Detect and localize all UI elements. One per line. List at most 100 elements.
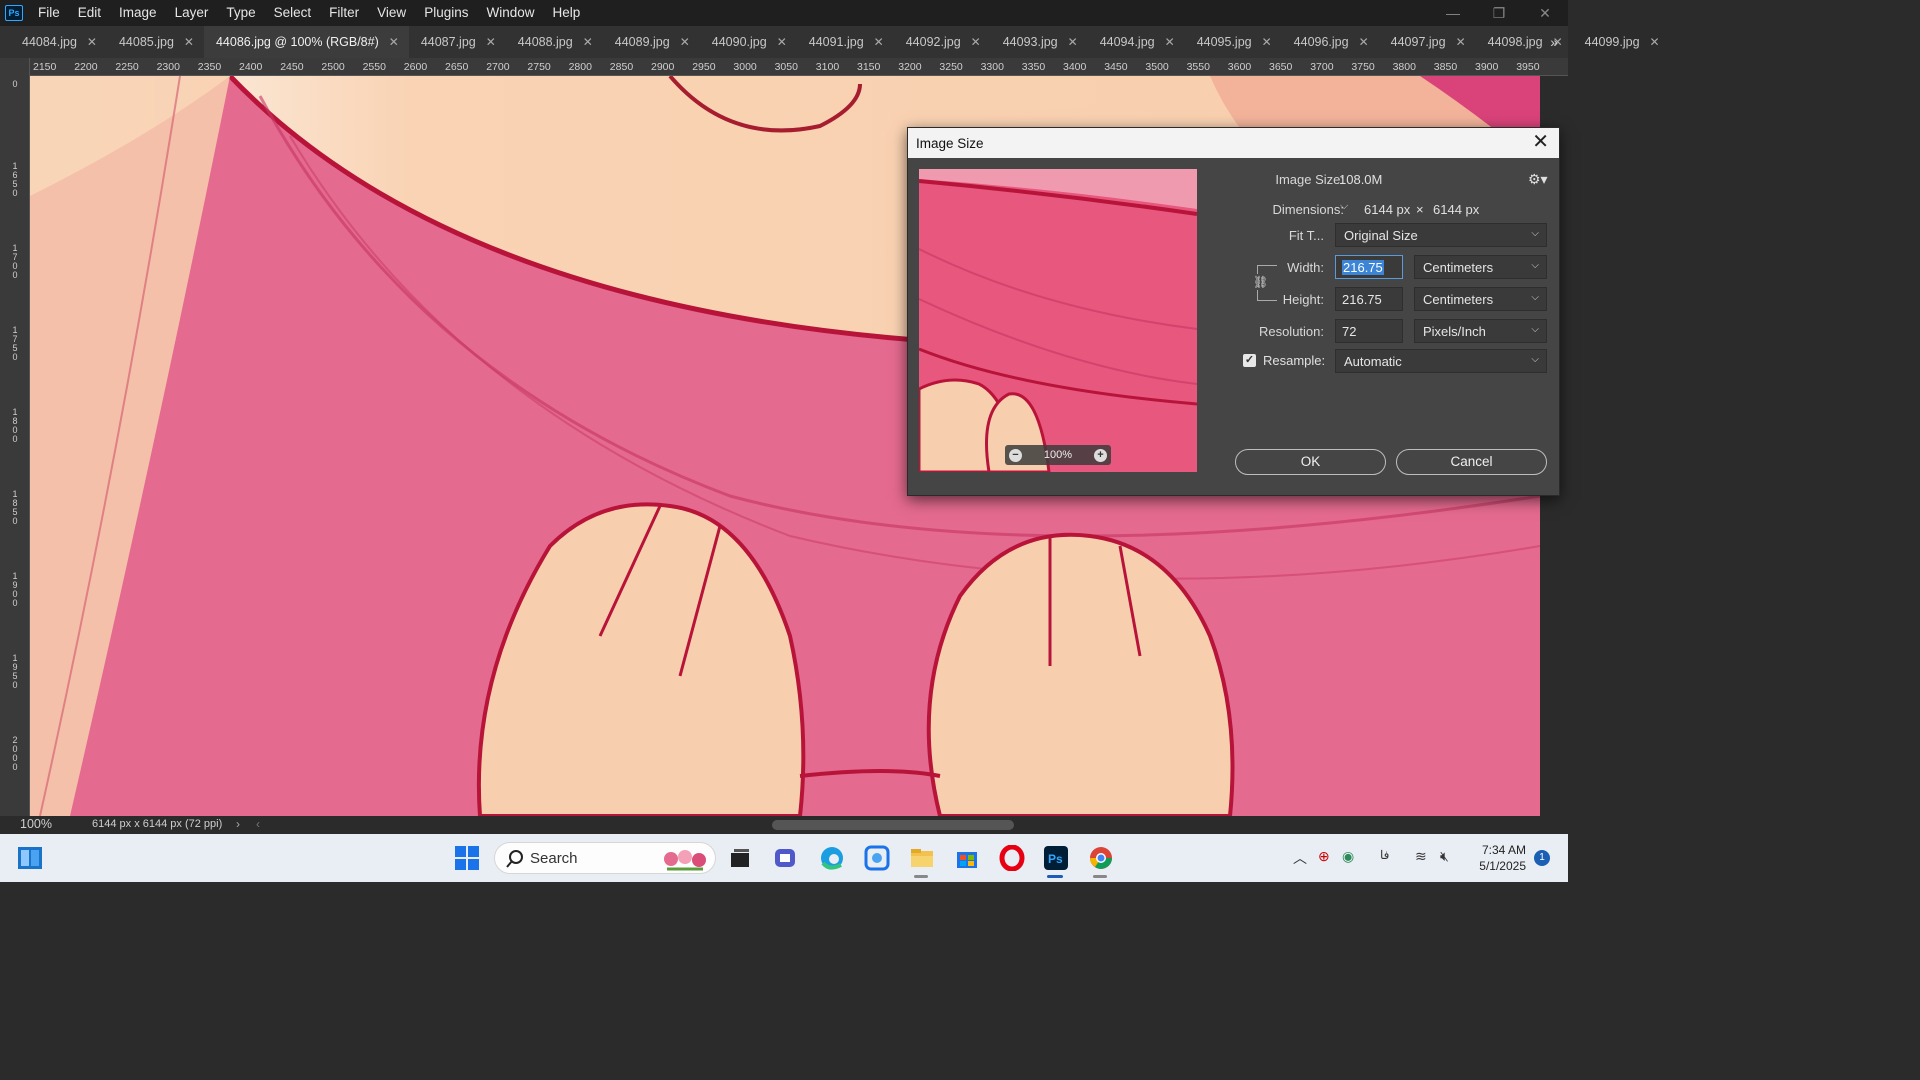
chrome-icon[interactable] bbox=[1087, 844, 1115, 878]
menu-image[interactable]: Image bbox=[110, 0, 166, 26]
resample-dropdown[interactable]: Automatic ⌵ bbox=[1335, 349, 1547, 373]
resample-checkbox[interactable]: ✓ bbox=[1243, 354, 1256, 367]
tab-close-icon[interactable]: ✕ bbox=[680, 35, 690, 49]
tab-document[interactable]: 44090.jpg ✕ bbox=[700, 26, 797, 58]
menu-select[interactable]: Select bbox=[265, 0, 321, 26]
photoshop-taskbar-icon[interactable]: Ps bbox=[1042, 844, 1070, 878]
ruler-tick-label: 3950 bbox=[1516, 61, 1540, 73]
tab-document[interactable]: 44093.jpg ✕ bbox=[991, 26, 1088, 58]
ruler-tick-label: 3900 bbox=[1475, 61, 1499, 73]
vpn-icon[interactable]: ⊕ bbox=[1318, 848, 1330, 865]
horizontal-scrollbar-thumb[interactable] bbox=[772, 820, 1014, 830]
tab-close-icon[interactable]: ✕ bbox=[1359, 35, 1369, 49]
wifi-icon[interactable]: ≋ bbox=[1415, 848, 1427, 865]
tray-overflow-icon[interactable]: ︿ bbox=[1293, 848, 1307, 868]
height-value: 216.75 bbox=[1342, 292, 1382, 307]
menu-filter[interactable]: Filter bbox=[320, 0, 368, 26]
gear-icon[interactable]: ⚙▾ bbox=[1528, 171, 1548, 188]
tab-close-icon[interactable]: ✕ bbox=[1456, 35, 1466, 49]
menu-window[interactable]: Window bbox=[477, 0, 543, 26]
minimize-icon[interactable]: — bbox=[1430, 0, 1476, 26]
menu-edit[interactable]: Edit bbox=[69, 0, 110, 26]
link-icon[interactable]: ⛓ bbox=[1253, 274, 1268, 290]
tab-document[interactable]: 44096.jpg ✕ bbox=[1282, 26, 1379, 58]
dialog-close-icon[interactable]: ✕ bbox=[1532, 132, 1549, 152]
zoom-in-icon[interactable]: + bbox=[1093, 448, 1107, 462]
tab-document[interactable]: 44097.jpg ✕ bbox=[1379, 26, 1476, 58]
tab-close-icon[interactable]: ✕ bbox=[874, 35, 884, 49]
tab-document[interactable]: 44094.jpg ✕ bbox=[1088, 26, 1185, 58]
tab-document[interactable]: 44092.jpg ✕ bbox=[894, 26, 991, 58]
task-view-icon[interactable] bbox=[726, 844, 754, 872]
ruler-tick-label: 3800 bbox=[1392, 61, 1416, 73]
resolution-unit-dropdown[interactable]: Pixels/Inch ⌵ bbox=[1414, 319, 1547, 343]
tab-document[interactable]: 44095.jpg ✕ bbox=[1185, 26, 1282, 58]
windows-taskbar: Search Ps ︿ ⊕ ◉ فا ≋ 🔇︎ 7:34 AM 5/1/2025 bbox=[0, 834, 1568, 882]
language-indicator[interactable]: فا bbox=[1380, 848, 1389, 862]
tab-close-icon[interactable]: ✕ bbox=[87, 35, 97, 49]
width-field[interactable]: 216.75 bbox=[1335, 255, 1403, 279]
tab-label: 44091.jpg bbox=[808, 35, 864, 49]
opera-icon[interactable] bbox=[998, 844, 1026, 872]
widgets-icon[interactable] bbox=[16, 844, 44, 872]
tab-close-icon[interactable]: ✕ bbox=[184, 35, 194, 49]
restore-icon[interactable]: ❐ bbox=[1476, 0, 1522, 26]
dialog-titlebar[interactable]: Image Size ✕ bbox=[908, 128, 1559, 158]
tab-close-icon[interactable]: ✕ bbox=[1165, 35, 1175, 49]
tab-document[interactable]: 44088.jpg ✕ bbox=[506, 26, 603, 58]
notification-badge[interactable]: 1 bbox=[1534, 850, 1550, 866]
status-menu-arrow-icon[interactable]: › bbox=[236, 817, 240, 831]
width-unit-dropdown[interactable]: Centimeters ⌵ bbox=[1414, 255, 1547, 279]
menu-type[interactable]: Type bbox=[217, 0, 264, 26]
tab-document[interactable]: 44098.jpg ✕ bbox=[1476, 26, 1573, 58]
more-tabs-button[interactable]: » bbox=[1550, 26, 1558, 58]
taskbar-search[interactable]: Search bbox=[494, 842, 716, 874]
tab-close-icon[interactable]: ✕ bbox=[777, 35, 787, 49]
tab-close-icon[interactable]: ✕ bbox=[1068, 35, 1078, 49]
tab-close-icon[interactable]: ✕ bbox=[971, 35, 981, 49]
tab-active-document[interactable]: 44086.jpg @ 100% (RGB/8#) ✕ bbox=[203, 26, 409, 58]
store-icon[interactable] bbox=[953, 844, 981, 872]
menu-help[interactable]: Help bbox=[543, 0, 589, 26]
tab-close-icon[interactable]: ✕ bbox=[389, 35, 399, 49]
zoom-out-icon[interactable]: − bbox=[1009, 448, 1022, 462]
tab-document[interactable]: 44091.jpg ✕ bbox=[797, 26, 894, 58]
tab-document[interactable]: 44099.jpg ✕ bbox=[1573, 26, 1670, 58]
tab-close-icon[interactable]: ✕ bbox=[583, 35, 593, 49]
teams-icon[interactable] bbox=[772, 844, 800, 872]
tab-document[interactable]: 44084.jpg ✕ bbox=[10, 26, 107, 58]
status-bar: 100% 6144 px x 6144 px (72 ppi) › ‹ bbox=[0, 816, 1568, 834]
start-icon[interactable] bbox=[453, 844, 481, 872]
tab-document[interactable]: 44089.jpg ✕ bbox=[603, 26, 700, 58]
height-unit-dropdown[interactable]: Centimeters ⌵ bbox=[1414, 287, 1547, 311]
lens-icon[interactable] bbox=[863, 844, 891, 872]
scroll-left-arrow-icon[interactable]: ‹ bbox=[256, 817, 260, 831]
height-field[interactable]: 216.75 bbox=[1335, 287, 1403, 311]
menu-bar: Ps File Edit Image Layer Type Select Filter Vie… bbox=[0, 0, 1568, 26]
zoom-level[interactable]: 100% bbox=[20, 817, 52, 831]
ruler-tick-label: 3550 bbox=[1186, 61, 1210, 73]
dimensions-dropdown-icon[interactable]: ⌵ bbox=[1340, 200, 1348, 213]
tab-close-icon[interactable]: ✕ bbox=[486, 35, 496, 49]
menu-layer[interactable]: Layer bbox=[166, 0, 218, 26]
tab-document[interactable]: 44087.jpg ✕ bbox=[409, 26, 506, 58]
fit-to-dropdown[interactable]: Original Size ⌵ bbox=[1335, 223, 1547, 247]
chevron-down-icon: ⌵ bbox=[1531, 324, 1539, 335]
tab-document[interactable]: 44085.jpg ✕ bbox=[107, 26, 204, 58]
cancel-button[interactable]: Cancel bbox=[1396, 449, 1547, 475]
tab-close-icon[interactable]: ✕ bbox=[1650, 35, 1660, 49]
edge-icon[interactable] bbox=[818, 844, 846, 872]
image-preview[interactable]: − 100% + bbox=[919, 169, 1197, 472]
file-explorer-icon[interactable] bbox=[908, 844, 936, 878]
clock[interactable]: 7:34 AM 5/1/2025 bbox=[1479, 842, 1526, 874]
menu-view[interactable]: View bbox=[368, 0, 415, 26]
tab-close-icon[interactable]: ✕ bbox=[1262, 35, 1272, 49]
menu-file[interactable]: File bbox=[29, 0, 69, 26]
close-icon[interactable]: ✕ bbox=[1522, 0, 1568, 26]
network-globe-icon[interactable]: ◉ bbox=[1342, 848, 1354, 865]
volume-muted-icon[interactable]: 🔇︎ bbox=[1440, 848, 1449, 865]
ok-button[interactable]: OK bbox=[1235, 449, 1386, 475]
resolution-field[interactable]: 72 bbox=[1335, 319, 1403, 343]
menu-plugins[interactable]: Plugins bbox=[415, 0, 477, 26]
ruler-tick-label: 3200 bbox=[898, 61, 922, 73]
